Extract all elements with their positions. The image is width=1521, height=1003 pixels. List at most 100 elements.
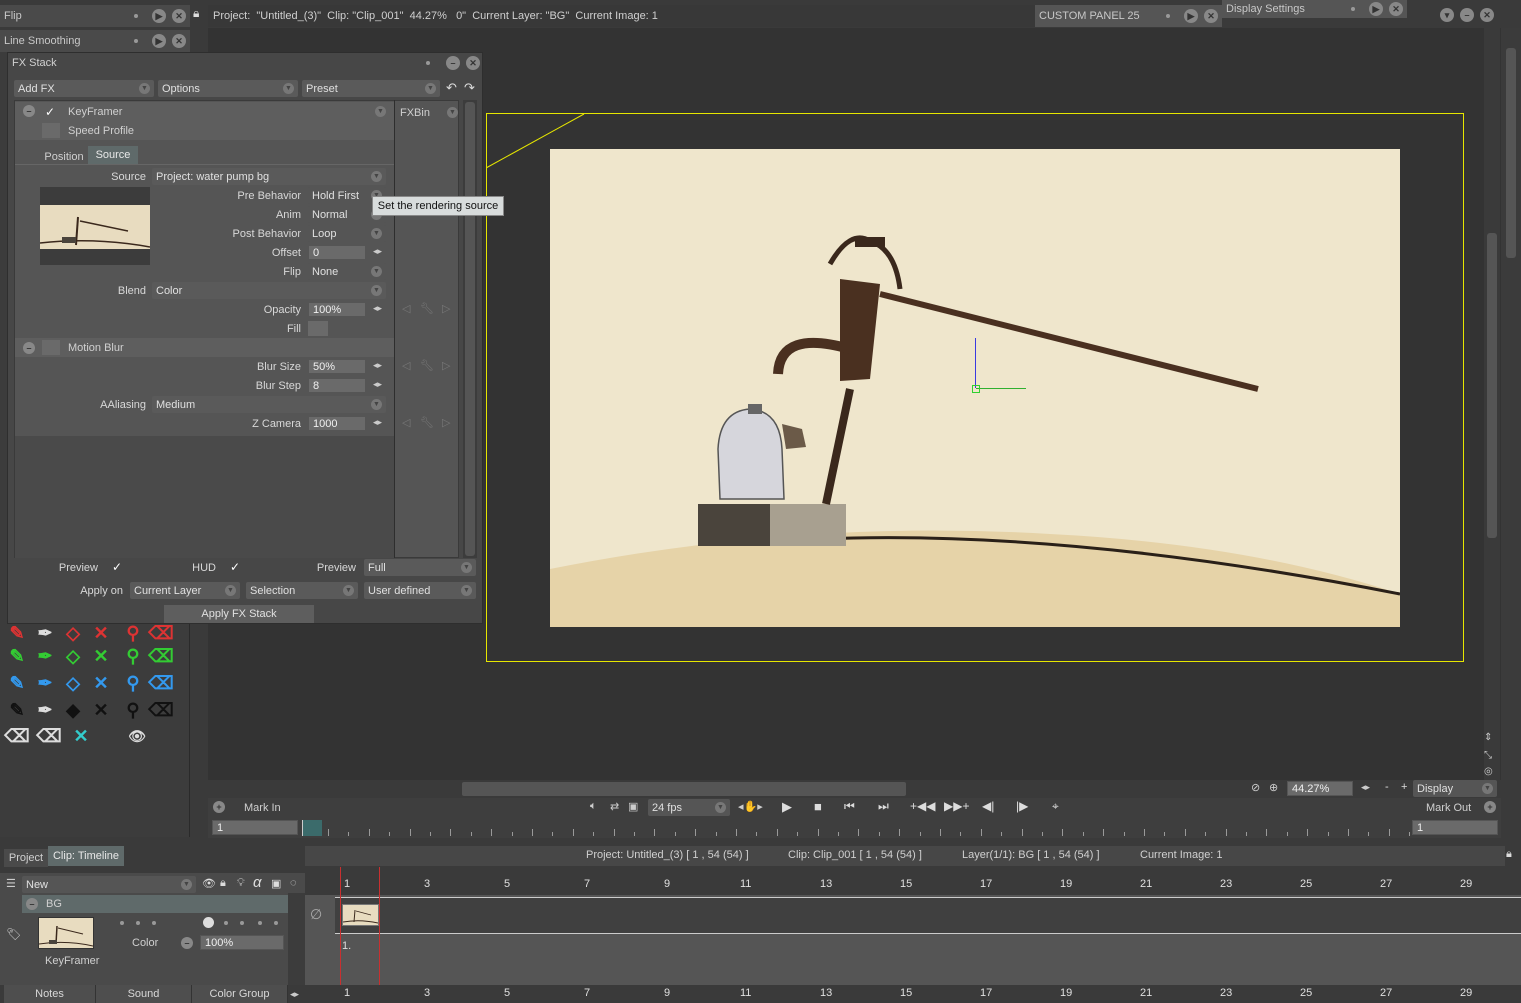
- layer-bg-row[interactable]: [22, 895, 290, 913]
- location-pin-icon[interactable]: ⌖: [1052, 799, 1059, 814]
- apply-fx-stack-button[interactable]: Apply FX Stack: [164, 605, 314, 623]
- pencil-blue-tool[interactable]: ✎: [6, 672, 28, 694]
- delete-green-tool[interactable]: ✕: [90, 645, 112, 667]
- pencil-black-tool[interactable]: ✎: [6, 699, 28, 721]
- play-icon[interactable]: ▶: [152, 34, 166, 48]
- blur-size-field[interactable]: 50%: [308, 359, 366, 374]
- frame-number[interactable]: 21: [1140, 987, 1152, 999]
- tab-position[interactable]: Position: [40, 149, 88, 165]
- sound-icon[interactable]: 🔈︎: [590, 800, 597, 813]
- flip-panel-header[interactable]: Flip ▶ ✕: [0, 5, 190, 27]
- frame-slider-handle[interactable]: [302, 820, 322, 836]
- frame-number[interactable]: 25: [1300, 878, 1312, 890]
- frame-number[interactable]: 15: [900, 878, 912, 890]
- user-defined-dropdown[interactable]: User defined ▼: [364, 582, 476, 599]
- apply-on-dropdown[interactable]: Current Layer ▼: [130, 582, 240, 599]
- tab-source[interactable]: Source: [88, 146, 138, 164]
- frame-number[interactable]: 27: [1380, 878, 1392, 890]
- prev-key-button[interactable]: +◀◀: [910, 799, 935, 813]
- delete-red-tool[interactable]: ✕: [90, 622, 112, 644]
- preset-dropdown[interactable]: Preset ▼: [302, 80, 440, 97]
- add-fx-dropdown[interactable]: Add FX ▼: [14, 80, 154, 97]
- play-icon[interactable]: ▶: [152, 9, 166, 23]
- frame-number[interactable]: 5: [504, 878, 510, 890]
- frame-number[interactable]: 11: [740, 987, 751, 999]
- tab-project[interactable]: Project: [4, 849, 48, 867]
- panel-menu-dot[interactable]: [1351, 7, 1355, 11]
- play-icon[interactable]: ▶: [1369, 2, 1383, 16]
- custom-panel-header[interactable]: CUSTOM PANEL 25 ▶ ✕: [1035, 5, 1222, 27]
- eye-icon[interactable]: 👁︎: [202, 877, 216, 890]
- right-edge-scrollbar[interactable]: [1501, 28, 1521, 780]
- opacity-field[interactable]: 100%: [308, 302, 366, 317]
- eraser-black-tool[interactable]: ⌫: [148, 699, 173, 721]
- redo-icon[interactable]: ↷: [464, 80, 475, 96]
- bucket-blue-tool[interactable]: ⚲: [122, 672, 144, 694]
- lock-icon[interactable]: 🔒︎: [1506, 848, 1512, 861]
- stepper-arrows-icon[interactable]: ◂▸: [290, 989, 299, 1000]
- frame-number[interactable]: 29: [1460, 987, 1472, 999]
- timeline-left-scrollbar[interactable]: [288, 893, 305, 985]
- horizontal-scrollbar[interactable]: [210, 780, 1245, 798]
- frame-number[interactable]: 17: [980, 987, 992, 999]
- close-icon[interactable]: ✕: [1204, 9, 1218, 23]
- tab-color-group[interactable]: Color Group: [192, 985, 288, 1003]
- scrollbar-thumb[interactable]: [465, 102, 475, 556]
- blur-step-field[interactable]: 8: [308, 378, 366, 393]
- pen-blue-tool[interactable]: ✒: [34, 672, 56, 694]
- delete-multicolor-tool[interactable]: ✕: [70, 725, 92, 747]
- frame-number[interactable]: 7: [584, 987, 590, 999]
- close-icon[interactable]: ✕: [1480, 8, 1494, 22]
- collapse-icon[interactable]: –: [23, 105, 35, 117]
- layer-track[interactable]: [335, 897, 1521, 934]
- fx-vertical-scrollbar[interactable]: [463, 100, 477, 558]
- zoom-field[interactable]: 44.27%: [1287, 781, 1353, 796]
- fx-stack-titlebar[interactable]: FX Stack – ✕: [8, 53, 484, 73]
- bucket-green-tool[interactable]: ⚲: [122, 645, 144, 667]
- frame-number[interactable]: 25: [1300, 987, 1312, 999]
- frame-number[interactable]: 29: [1460, 878, 1472, 890]
- alpha-icon[interactable]: α: [253, 874, 262, 891]
- pen-black-tool[interactable]: ✒: [34, 699, 56, 721]
- pencil-red-tool[interactable]: ✎: [6, 622, 28, 644]
- panel-menu-dot[interactable]: [1166, 14, 1170, 18]
- rotate-icon[interactable]: ⊘: [1251, 781, 1260, 794]
- fit-icon[interactable]: ⇕: [1484, 732, 1498, 746]
- key-set-icon[interactable]: 🔧︎: [420, 302, 434, 315]
- key-set-icon[interactable]: 🔧︎: [420, 416, 434, 429]
- frame-number[interactable]: 9: [664, 878, 670, 890]
- preview-checkbox[interactable]: ✓: [112, 560, 122, 574]
- chevron-down-icon[interactable]: ▾: [1440, 8, 1454, 22]
- gizmo-pivot[interactable]: [972, 385, 980, 393]
- minimize-icon[interactable]: –: [1460, 8, 1474, 22]
- scrollbar-thumb[interactable]: [1506, 48, 1516, 258]
- frame-number[interactable]: 15: [900, 987, 912, 999]
- mask-icon[interactable]: ▣: [271, 877, 281, 890]
- bucket-red-tool[interactable]: ⚲: [122, 622, 144, 644]
- frame-number[interactable]: 1: [344, 987, 350, 999]
- delete-black-tool[interactable]: ✕: [90, 699, 112, 721]
- playhead-column[interactable]: [340, 867, 380, 1003]
- frame-number[interactable]: 3: [424, 878, 430, 890]
- fill-black-tool[interactable]: ◆: [62, 699, 84, 721]
- scrollbar-thumb[interactable]: [1487, 233, 1497, 538]
- line-smoothing-panel-header[interactable]: Line Smoothing ▶ ✕: [0, 30, 190, 52]
- last-frame-button[interactable]: ⏭: [878, 799, 889, 814]
- source-dropdown[interactable]: Project: water pump bg ▼: [152, 168, 386, 185]
- lock-icon[interactable]: 🔒︎: [193, 6, 205, 20]
- bucket-black-tool[interactable]: ⚲: [122, 699, 144, 721]
- eraser-blue-tool[interactable]: ⌫: [148, 672, 173, 694]
- resize-icon[interactable]: ⤡: [1484, 750, 1498, 764]
- eraser-all-tool[interactable]: ⌫: [4, 725, 29, 747]
- next-key-button[interactable]: ▶▶+: [944, 799, 969, 813]
- display-dropdown[interactable]: Display ▼: [1413, 780, 1497, 797]
- pen-red-tool[interactable]: ✒: [34, 622, 56, 644]
- frame-number[interactable]: 17: [980, 878, 992, 890]
- options-dropdown[interactable]: Options ▼: [158, 80, 298, 97]
- new-layer-dropdown[interactable]: New ▼: [22, 876, 196, 893]
- key-prev-icon[interactable]: ◁: [402, 416, 410, 429]
- frame-number[interactable]: 19: [1060, 987, 1072, 999]
- frame-number[interactable]: 3: [424, 987, 430, 999]
- no-fill-icon[interactable]: ∅: [310, 906, 322, 923]
- gizmo-x-axis[interactable]: [976, 388, 1026, 389]
